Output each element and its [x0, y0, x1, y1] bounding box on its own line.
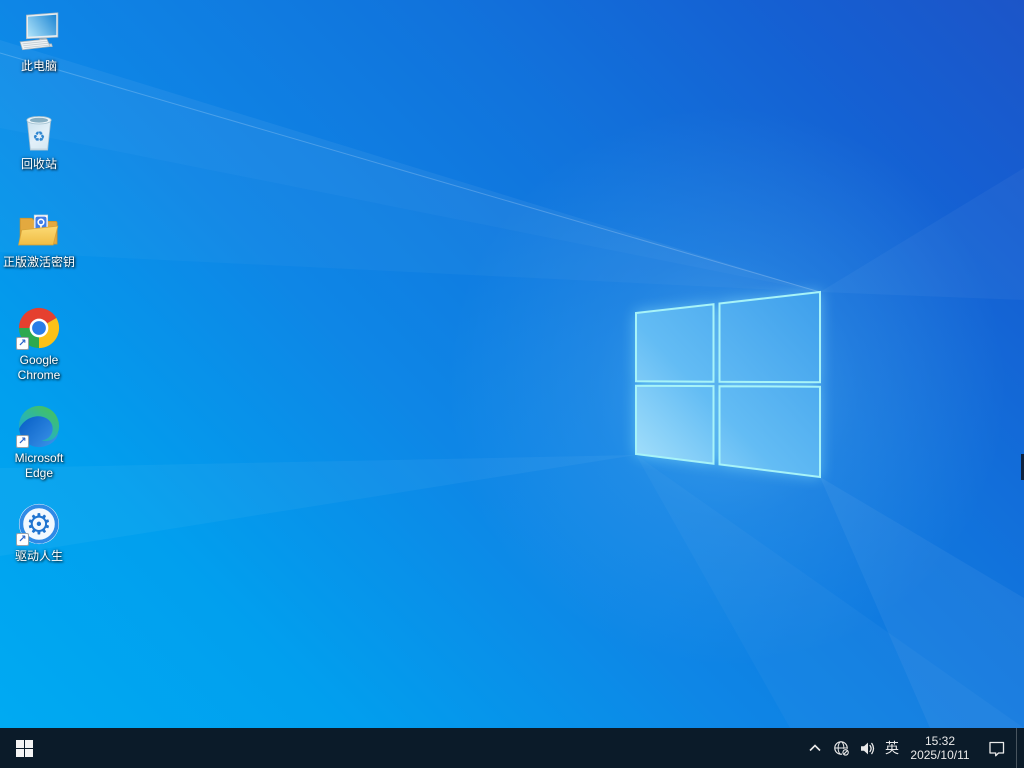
show-desktop-button[interactable]	[1016, 728, 1024, 768]
wallpaper-light-beams	[0, 40, 1024, 728]
volume-button[interactable]	[854, 728, 880, 768]
desktop-icon-this-pc[interactable]: 此电脑	[1, 10, 77, 106]
tray-show-hidden-icons-button[interactable]	[802, 728, 828, 768]
icon-label: 此电脑	[20, 59, 57, 73]
taskbar: 英 15:32 2025/10/11	[0, 728, 1024, 768]
windows-start-icon	[15, 739, 33, 757]
activation-key-folder-icon	[18, 214, 59, 246]
icon-label: Microsoft Edge	[14, 451, 64, 480]
start-button[interactable]	[0, 728, 48, 768]
svg-text:⚙: ⚙	[26, 509, 52, 541]
desktop-icon-activation-key-folder[interactable]: 正版激活密钥	[1, 206, 77, 302]
action-center-icon	[988, 741, 1004, 756]
recycle-bin-icon: ♻	[26, 116, 52, 151]
desktop-icon-driver-app[interactable]: ⚙ ↗ 驱动人生	[1, 500, 77, 596]
svg-text:♻: ♻	[33, 128, 46, 144]
shortcut-arrow-icon: ↗	[16, 533, 29, 546]
taskbar-clock[interactable]: 15:32 2025/10/11	[904, 728, 976, 768]
language-indicator[interactable]: 英	[880, 728, 904, 768]
chevron-up-icon	[809, 744, 821, 752]
windows-logo	[635, 290, 821, 479]
shortcut-arrow-icon: ↗	[16, 337, 29, 350]
clock-date: 2025/10/11	[910, 748, 970, 762]
this-pc-icon	[19, 12, 59, 51]
network-status-button[interactable]	[828, 728, 854, 768]
speaker-icon	[860, 742, 874, 754]
icon-label: 正版激活密钥	[2, 255, 75, 269]
desktop-icon-microsoft-edge[interactable]: ↗ Microsoft Edge	[1, 402, 77, 498]
action-center-button[interactable]	[976, 728, 1016, 768]
icon-label: 驱动人生	[14, 549, 63, 563]
icon-label: Google Chrome	[17, 353, 61, 382]
desktop-icon-recycle-bin[interactable]: ♻ 回收站	[1, 108, 77, 204]
icon-label: 回收站	[20, 157, 57, 171]
globe-no-internet-icon	[833, 740, 850, 756]
desktop: 此电脑 ♻ 回收站 正版激活密钥 ↗ Google Chrome ↗ Micro…	[0, 0, 1024, 728]
desktop-icon-google-chrome[interactable]: ↗ Google Chrome	[1, 304, 77, 400]
shortcut-arrow-icon: ↗	[16, 435, 29, 448]
taskbar-empty-area	[48, 728, 802, 768]
clock-time: 15:32	[924, 734, 956, 748]
